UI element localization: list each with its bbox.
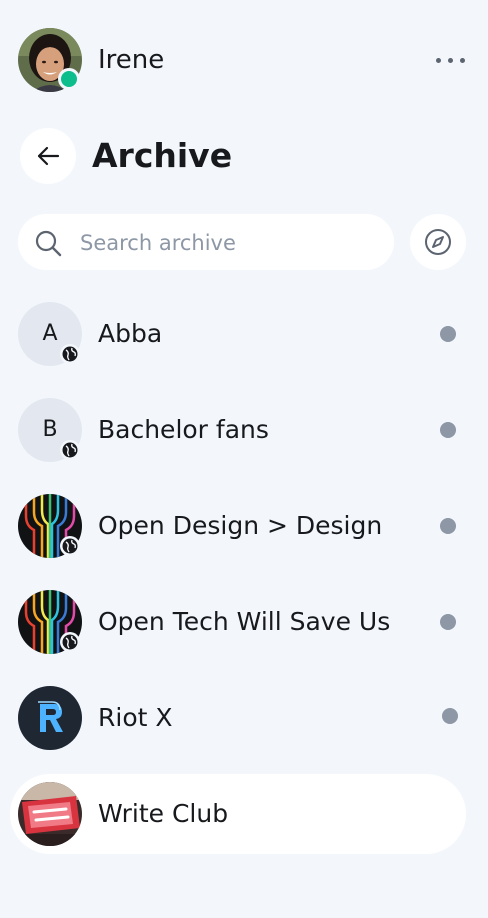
user-name: Irene <box>98 45 165 75</box>
unread-indicator <box>442 708 458 724</box>
more-options-icon[interactable] <box>430 50 470 70</box>
compass-icon <box>425 229 451 255</box>
menu-dot <box>436 58 441 63</box>
globe-icon <box>62 538 78 554</box>
public-room-badge <box>60 440 80 460</box>
room-name: Bachelor fans <box>98 415 269 444</box>
online-status-indicator <box>58 68 80 90</box>
globe-icon <box>62 346 78 362</box>
header: Irene <box>0 0 488 120</box>
room-item-bachelor-fans[interactable]: B Bachelor fans <box>10 390 466 470</box>
room-item-abba[interactable]: A Abba <box>10 294 466 374</box>
room-name: Riot X <box>98 703 173 732</box>
explore-rooms-button[interactable] <box>410 214 466 270</box>
globe-icon <box>62 442 78 458</box>
unread-indicator <box>440 422 456 438</box>
page-title: Archive <box>92 136 233 175</box>
search-box[interactable] <box>18 214 394 272</box>
search-icon <box>35 230 62 257</box>
room-name: Open Tech Will Save Us <box>98 607 391 636</box>
globe-icon <box>62 634 78 650</box>
room-item-riot-x[interactable]: Riot X <box>10 678 466 758</box>
room-name: Open Design > Design <box>98 511 383 540</box>
search-input[interactable] <box>78 214 382 272</box>
unread-indicator <box>440 614 456 630</box>
public-room-badge <box>60 536 80 556</box>
room-name: Write Club <box>98 799 229 828</box>
room-item-write-club[interactable]: Write Club <box>10 774 466 854</box>
public-room-badge <box>60 344 80 364</box>
menu-dot <box>460 58 465 63</box>
unread-indicator <box>440 518 456 534</box>
room-name: Abba <box>98 319 163 348</box>
room-item-open-tech-will-save-us[interactable]: Open Tech Will Save Us <box>10 582 466 662</box>
room-avatar <box>18 686 82 750</box>
room-item-open-design[interactable]: Open Design > Design <box>10 486 466 566</box>
back-button[interactable] <box>20 128 76 184</box>
room-avatar <box>18 782 82 846</box>
public-room-badge <box>60 632 80 652</box>
arrow-left-icon <box>37 146 60 166</box>
menu-dot <box>448 58 453 63</box>
unread-indicator <box>440 326 456 342</box>
